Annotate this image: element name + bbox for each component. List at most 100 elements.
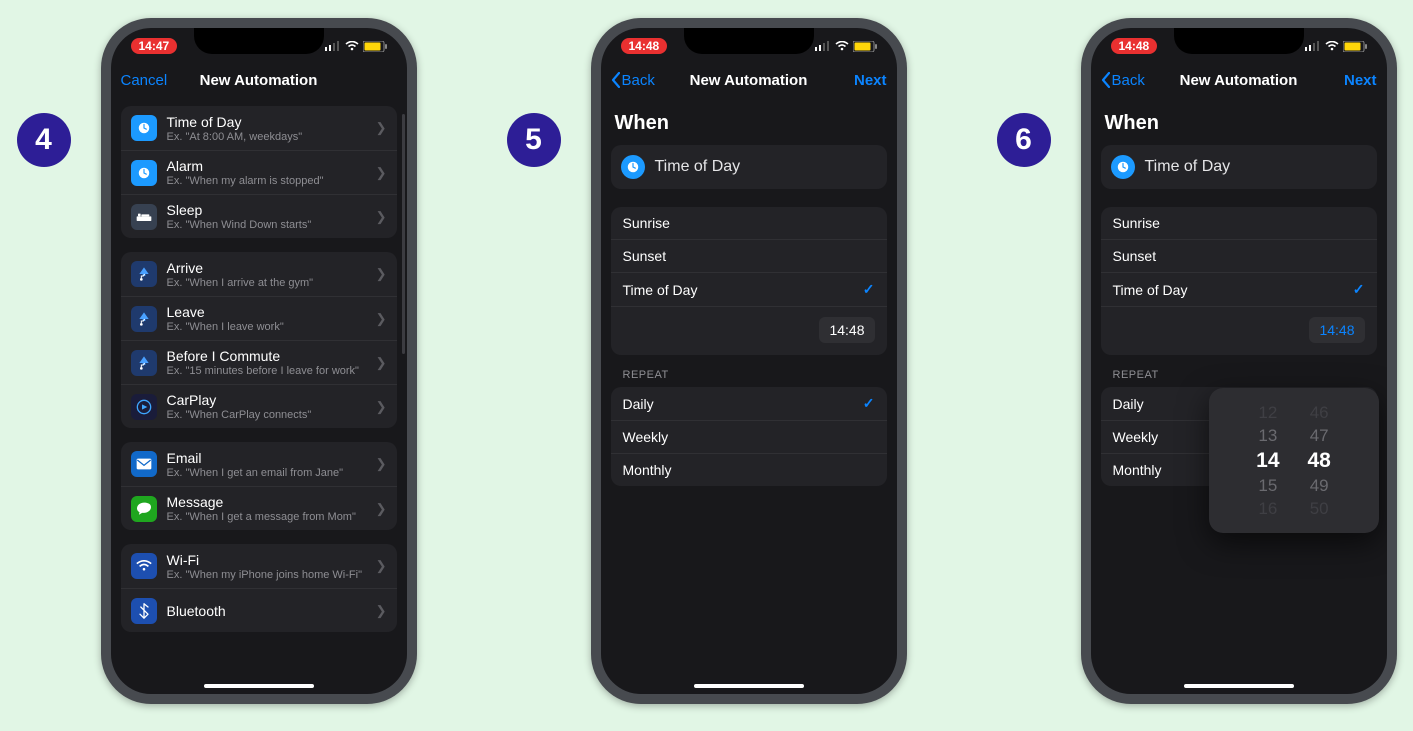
nav-title: New Automation xyxy=(181,72,337,89)
battery-icon xyxy=(363,41,387,52)
repeat-weekly[interactable]: Weekly xyxy=(611,420,887,453)
chevron-right-icon: ❯ xyxy=(376,399,387,415)
option-label: Time of Day xyxy=(623,282,698,298)
trigger-group: Wi-Fi Ex. "When my iPhone joins home Wi-… xyxy=(121,544,397,632)
time-picker[interactable]: 12 13 14 15 16 46 47 48 49 50 xyxy=(1209,388,1379,533)
phone-screen: 14:48 Back New Automation Next WhenTime … xyxy=(1091,28,1387,694)
notch xyxy=(194,28,324,54)
back-button[interactable]: Back xyxy=(1101,72,1161,89)
step-badge-4: 4 xyxy=(17,113,71,167)
clock-icon xyxy=(131,160,157,186)
scrollbar[interactable] xyxy=(402,114,405,354)
when-trigger-row[interactable]: Time of Day xyxy=(1101,145,1377,189)
trigger-leave[interactable]: Leave Ex. "When I leave work" ❯ xyxy=(121,296,397,340)
trigger-email[interactable]: Email Ex. "When I get an email from Jane… xyxy=(121,442,397,486)
back-label: Back xyxy=(1112,72,1145,89)
option-label: Weekly xyxy=(623,429,669,445)
option-label: Sunset xyxy=(1113,248,1157,264)
cellular-icon xyxy=(325,41,341,51)
cancel-button[interactable]: Cancel xyxy=(121,72,181,89)
wifi-icon xyxy=(131,553,157,579)
when-trigger-row[interactable]: Time of Day xyxy=(611,145,887,189)
repeat-label: REPEAT xyxy=(611,369,887,387)
nav-title: New Automation xyxy=(671,72,827,89)
option-label: Sunrise xyxy=(623,215,670,231)
wifi-icon xyxy=(345,41,359,51)
option-label: Sunset xyxy=(623,248,667,264)
trigger-carplay[interactable]: CarPlay Ex. "When CarPlay connects" ❯ xyxy=(121,384,397,428)
chevron-right-icon: ❯ xyxy=(376,120,387,136)
trigger-arrive[interactable]: Arrive Ex. "When I arrive at the gym" ❯ xyxy=(121,252,397,296)
trigger-clock[interactable]: Time of Day Ex. "At 8:00 AM, weekdays" ❯ xyxy=(121,106,397,150)
back-button[interactable]: Back xyxy=(611,72,671,89)
trigger-subtitle: Ex. "When Wind Down starts" xyxy=(167,219,312,231)
time-value-row: 14:48 xyxy=(611,306,887,355)
time-value-button[interactable]: 14:48 xyxy=(1309,317,1364,343)
triggers-list: Time of Day Ex. "At 8:00 AM, weekdays" ❯… xyxy=(111,100,407,694)
picker-value: 15 xyxy=(1258,476,1277,496)
chevron-right-icon: ❯ xyxy=(376,266,387,282)
trigger-subtitle: Ex. "When my alarm is stopped" xyxy=(167,175,324,187)
repeat-monthly[interactable]: Monthly xyxy=(611,453,887,486)
trigger-commute[interactable]: Before I Commute Ex. "15 minutes before … xyxy=(121,340,397,384)
phone-screen: 14:47 Cancel New Automation Time of Day … xyxy=(111,28,407,694)
option-sunrise[interactable]: Sunrise xyxy=(611,207,887,239)
trigger-subtitle: Ex. "When my iPhone joins home Wi-Fi" xyxy=(167,569,362,581)
trigger-wifi[interactable]: Wi-Fi Ex. "When my iPhone joins home Wi-… xyxy=(121,544,397,588)
when-heading: When xyxy=(1101,106,1377,145)
time-options-group: Sunrise Sunset Time of Day✓ 14:48 xyxy=(1101,207,1377,355)
trigger-bt[interactable]: Bluetooth ❯ xyxy=(121,588,397,632)
trigger-title: Email xyxy=(167,450,344,466)
chevron-right-icon: ❯ xyxy=(376,355,387,371)
picker-value: 47 xyxy=(1310,426,1329,446)
time-options-group: Sunrise Sunset Time of Day✓ 14:48 xyxy=(611,207,887,355)
notch xyxy=(684,28,814,54)
option-sunrise[interactable]: Sunrise xyxy=(1101,207,1377,239)
home-indicator xyxy=(204,684,314,688)
step-badge-6: 6 xyxy=(997,113,1051,167)
email-icon xyxy=(131,451,157,477)
chevron-left-icon xyxy=(1101,72,1110,88)
step-badge-5: 5 xyxy=(507,113,561,167)
home-indicator xyxy=(1184,684,1294,688)
when-trigger-label: Time of Day xyxy=(1145,158,1231,176)
phone-frame: 14:48 Back New Automation Next WhenTime … xyxy=(591,18,907,704)
trigger-subtitle: Ex. "15 minutes before I leave for work" xyxy=(167,365,359,377)
trigger-message[interactable]: Message Ex. "When I get a message from M… xyxy=(121,486,397,530)
cellular-icon xyxy=(1305,41,1321,51)
picker-value: 46 xyxy=(1310,403,1329,423)
battery-icon xyxy=(853,41,877,52)
when-heading: When xyxy=(611,106,887,145)
trigger-group: Arrive Ex. "When I arrive at the gym" ❯ … xyxy=(121,252,397,428)
message-icon xyxy=(131,496,157,522)
trigger-title: Time of Day xyxy=(167,114,303,130)
check-icon: ✓ xyxy=(863,395,875,412)
chevron-right-icon: ❯ xyxy=(376,558,387,574)
option-time-of-day[interactable]: Time of Day✓ xyxy=(1101,272,1377,306)
chevron-right-icon: ❯ xyxy=(376,311,387,327)
trigger-clock[interactable]: Alarm Ex. "When my alarm is stopped" ❯ xyxy=(121,150,397,194)
next-button[interactable]: Next xyxy=(827,72,887,89)
check-icon: ✓ xyxy=(1353,281,1365,298)
option-sunset[interactable]: Sunset xyxy=(611,239,887,272)
chevron-right-icon: ❯ xyxy=(376,165,387,181)
picker-hours[interactable]: 12 13 14 15 16 xyxy=(1256,403,1279,519)
picker-minutes[interactable]: 46 47 48 49 50 xyxy=(1308,403,1331,519)
option-time-of-day[interactable]: Time of Day✓ xyxy=(611,272,887,306)
option-label: Monthly xyxy=(623,462,672,478)
notch xyxy=(1174,28,1304,54)
wifi-icon xyxy=(1325,41,1339,51)
option-sunset[interactable]: Sunset xyxy=(1101,239,1377,272)
status-time: 14:47 xyxy=(131,38,178,54)
trigger-sleep[interactable]: Sleep Ex. "When Wind Down starts" ❯ xyxy=(121,194,397,238)
repeat-options-group: Daily✓ Weekly Monthly xyxy=(611,387,887,486)
time-value-button[interactable]: 14:48 xyxy=(819,317,874,343)
option-label: Daily xyxy=(1113,396,1144,412)
repeat-daily[interactable]: Daily✓ xyxy=(611,387,887,420)
trigger-title: Before I Commute xyxy=(167,348,359,364)
next-button[interactable]: Next xyxy=(1317,72,1377,89)
chevron-right-icon: ❯ xyxy=(376,209,387,225)
sleep-icon xyxy=(131,204,157,230)
phone-frame: 14:48 Back New Automation Next WhenTime … xyxy=(1081,18,1397,704)
bt-icon xyxy=(131,598,157,624)
